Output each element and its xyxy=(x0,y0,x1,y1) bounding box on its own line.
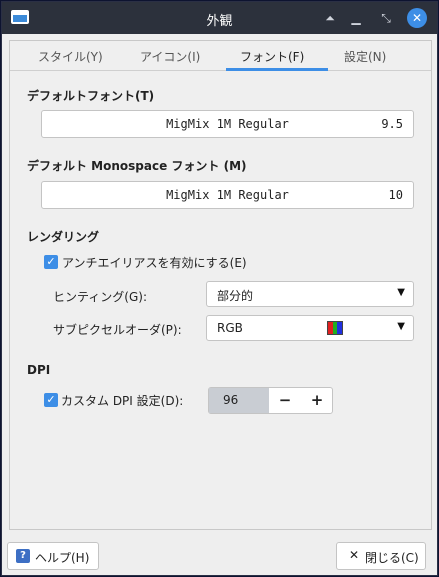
custom-dpi-label: カスタム DPI 設定(D): xyxy=(61,394,184,408)
tab-style[interactable]: スタイル(Y) xyxy=(38,48,103,65)
dpi-value[interactable]: 96 xyxy=(209,388,269,413)
main-panel: スタイル(Y) アイコン(I) フォント(F) 設定(N) デフォルトフォント(… xyxy=(9,40,432,530)
help-button[interactable]: ? ヘルプ(H) xyxy=(7,542,99,570)
decrease-icon[interactable]: − xyxy=(271,390,299,411)
shade-icon[interactable]: ⏶ xyxy=(320,8,340,28)
subpixel-select[interactable]: RGB ▼ xyxy=(206,315,414,341)
hinting-value: 部分的 xyxy=(217,289,254,303)
tab-bar: スタイル(Y) アイコン(I) フォント(F) 設定(N) xyxy=(10,41,431,71)
close-button-label: 閉じる(C) xyxy=(365,551,419,565)
antialias-checkbox[interactable]: ✓ xyxy=(44,255,58,269)
chevron-down-icon: ▼ xyxy=(397,321,405,332)
custom-dpi-checkbox[interactable]: ✓ xyxy=(44,393,58,407)
mono-font-heading: デフォルト Monospace フォント (M) xyxy=(27,159,247,173)
increase-icon[interactable]: + xyxy=(303,390,331,411)
tab-icons[interactable]: アイコン(I) xyxy=(140,48,200,65)
help-icon: ? xyxy=(16,549,30,563)
mono-font-name: MigMix 1M Regular xyxy=(166,188,289,202)
appearance-window: 外観 ⏶ ▁ ⤡ ✕ スタイル(Y) アイコン(I) フォント(F) 設定(N)… xyxy=(1,1,438,576)
hinting-select[interactable]: 部分的 ▼ xyxy=(206,281,414,307)
minimize-icon[interactable]: ▁ xyxy=(346,8,366,28)
hinting-label: ヒンティング(G): xyxy=(53,290,147,304)
default-font-button[interactable]: MigMix 1M Regular 9.5 xyxy=(41,110,414,138)
title-bar[interactable]: 外観 ⏶ ▁ ⤡ ✕ xyxy=(2,2,437,34)
active-tab-indicator xyxy=(226,68,328,71)
mono-font-button[interactable]: MigMix 1M Regular 10 xyxy=(41,181,414,209)
mono-font-size: 10 xyxy=(388,188,403,202)
dpi-heading: DPI xyxy=(27,363,51,377)
tab-settings[interactable]: 設定(N) xyxy=(344,48,386,65)
close-icon: ✕ xyxy=(349,548,360,562)
default-font-heading: デフォルトフォント(T) xyxy=(27,89,155,103)
close-window-icon[interactable]: ✕ xyxy=(407,8,427,28)
maximize-icon[interactable]: ⤡ xyxy=(376,8,396,28)
rgb-swatch-icon xyxy=(327,321,343,335)
default-font-size: 9.5 xyxy=(381,117,403,131)
subpixel-value: RGB xyxy=(217,321,243,335)
rendering-heading: レンダリング xyxy=(27,230,100,244)
help-button-label: ヘルプ(H) xyxy=(35,551,90,565)
tab-fonts[interactable]: フォント(F) xyxy=(240,48,304,65)
default-font-name: MigMix 1M Regular xyxy=(166,117,289,131)
antialias-label: アンチエイリアスを有効にする(E) xyxy=(62,256,247,270)
close-button[interactable]: ✕ 閉じる(C) xyxy=(336,542,426,570)
dpi-spinbox[interactable]: 96 − + xyxy=(208,387,333,414)
window-title: 外観 xyxy=(206,14,233,29)
subpixel-label: サブピクセルオーダ(P): xyxy=(53,323,182,337)
chevron-down-icon: ▼ xyxy=(397,287,405,298)
